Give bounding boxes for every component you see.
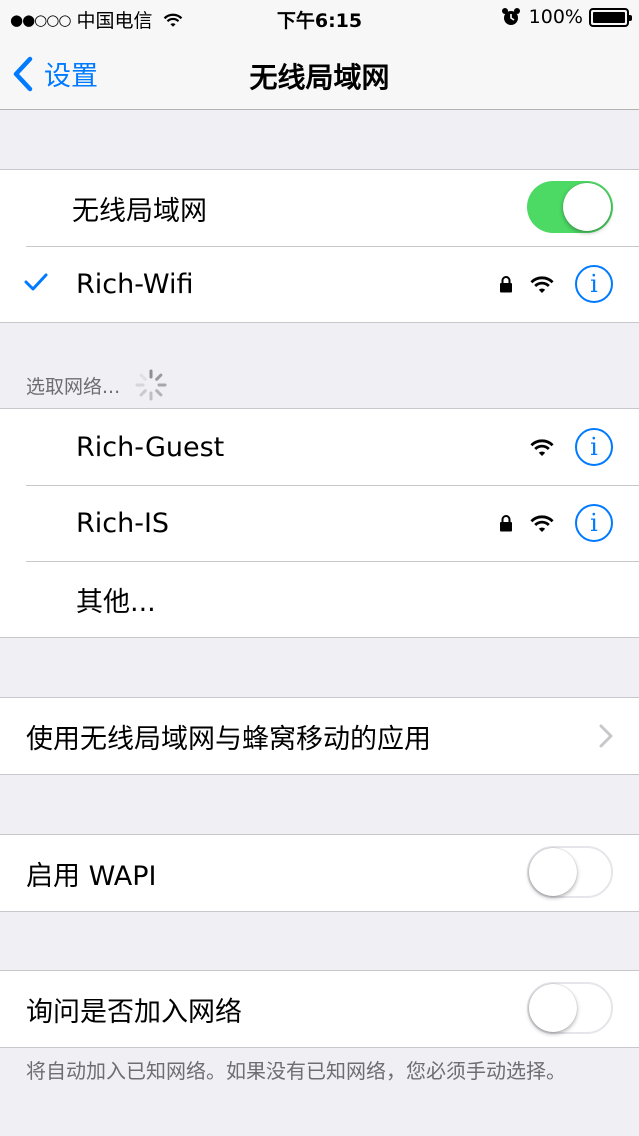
switch-knob <box>529 848 577 896</box>
wapi-label: 启用 WAPI <box>26 860 157 892</box>
wapi-group: 启用 WAPI <box>0 834 639 912</box>
navigation-bar: 设置 无线局域网 <box>0 36 639 110</box>
apps-using-wlan-row[interactable]: 使用无线局域网与蜂窝移动的应用 <box>0 698 639 774</box>
network-icons: i <box>499 246 613 322</box>
network-icons: i <box>529 409 613 485</box>
status-right: 100% <box>501 6 632 28</box>
network-name: Rich-Guest <box>76 431 225 463</box>
networks-group: Rich-Guest i Rich-IS i 其他... <box>0 408 639 638</box>
other-network-row[interactable]: 其他... <box>0 561 639 637</box>
wifi-toggle-switch[interactable] <box>527 181 613 233</box>
other-network-label: 其他... <box>76 586 156 618</box>
network-row[interactable]: Rich-Guest i <box>0 409 639 485</box>
status-bar: ●●○○○ 中国电信 下午6:15 100% <box>0 0 639 36</box>
alarm-icon <box>501 8 520 25</box>
network-row[interactable]: Rich-IS i <box>0 485 639 561</box>
switch-knob <box>563 183 611 231</box>
apps-group: 使用无线局域网与蜂窝移动的应用 <box>0 697 639 775</box>
ask-join-toggle-switch[interactable] <box>527 982 613 1034</box>
chevron-left-icon <box>13 56 33 91</box>
ask-join-group: 询问是否加入网络 <box>0 970 639 1048</box>
back-button[interactable]: 设置 <box>12 54 98 93</box>
switch-knob <box>529 984 577 1032</box>
apps-using-wlan-label: 使用无线局域网与蜂窝移动的应用 <box>26 723 431 755</box>
choose-network-label: 选取网络... <box>26 375 121 398</box>
checkmark-icon <box>24 273 48 291</box>
battery-level <box>593 11 625 23</box>
wapi-row: 启用 WAPI <box>0 835 639 911</box>
info-icon[interactable]: i <box>575 504 613 542</box>
wifi-toggle-row: 无线局域网 <box>0 170 639 246</box>
wifi-group: 无线局域网 Rich-Wifi i <box>0 169 639 323</box>
chevron-right-icon <box>599 724 613 748</box>
ask-join-row: 询问是否加入网络 <box>0 971 639 1047</box>
battery-icon <box>589 7 632 27</box>
wifi-signal-icon <box>530 515 554 532</box>
wapi-toggle-switch[interactable] <box>527 846 613 898</box>
wifi-signal-icon <box>530 439 554 456</box>
ask-join-footer: 将自动加入已知网络。如果没有已知网络，您必须手动选择。 <box>26 1059 566 1083</box>
back-button-label: 设置 <box>44 61 98 92</box>
info-icon[interactable]: i <box>575 428 613 466</box>
network-icons: i <box>499 485 613 561</box>
wifi-signal-icon <box>530 276 554 293</box>
connected-network-name: Rich-Wifi <box>76 268 194 300</box>
lock-icon <box>500 276 512 293</box>
wifi-toggle-label: 无线局域网 <box>72 195 207 227</box>
network-name: Rich-IS <box>76 507 170 539</box>
lock-icon <box>500 515 512 532</box>
battery-percent: 100% <box>528 6 583 28</box>
ask-join-label: 询问是否加入网络 <box>26 996 242 1028</box>
loading-spinner-icon <box>135 369 167 401</box>
connected-network-row[interactable]: Rich-Wifi i <box>0 246 639 322</box>
choose-network-header: 选取网络... <box>26 368 168 402</box>
info-icon[interactable]: i <box>575 265 613 303</box>
